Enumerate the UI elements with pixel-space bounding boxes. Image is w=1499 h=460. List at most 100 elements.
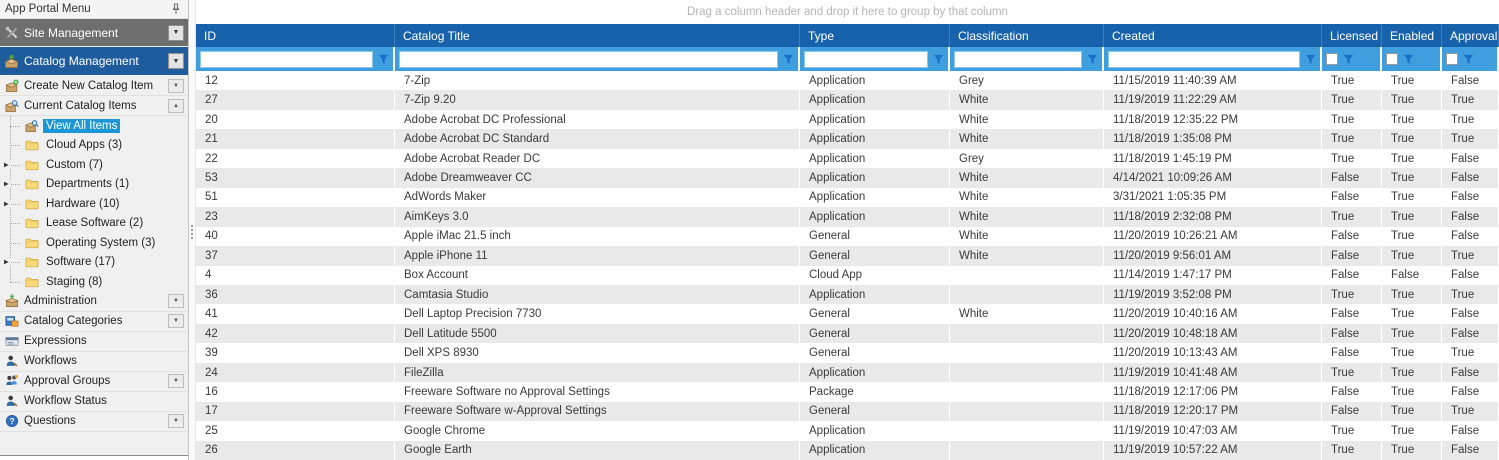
- cell-created: 3/31/2021 1:05:35 PM: [1104, 188, 1322, 207]
- expand-arrow-icon[interactable]: ▶: [2, 259, 11, 266]
- cell-classification: White: [950, 129, 1104, 148]
- chevron-down-button[interactable]: ▼: [168, 414, 184, 428]
- sidebar-item-administration[interactable]: Administration▼: [0, 292, 188, 312]
- chevron-down-button[interactable]: ▼: [168, 374, 184, 388]
- tree-item-custom-7[interactable]: ▶Custom (7): [0, 155, 188, 175]
- filter-icon[interactable]: [1305, 54, 1316, 65]
- filter-icon[interactable]: [933, 54, 944, 65]
- filter-checkbox-enabled[interactable]: [1386, 53, 1398, 65]
- filter-input-created[interactable]: [1108, 51, 1300, 68]
- column-header-label: Enabled: [1390, 29, 1434, 43]
- table-row[interactable]: 42Dell Latitude 5500General11/20/2019 10…: [196, 324, 1499, 343]
- chevron-down-button[interactable]: ▼: [168, 53, 184, 69]
- cell-enabled: True: [1382, 110, 1442, 129]
- tree-item-operating-system-3[interactable]: Operating System (3): [0, 233, 188, 253]
- cell-type: Application: [800, 90, 950, 109]
- column-header-licensed[interactable]: Licensed: [1322, 24, 1382, 47]
- filter-input-id[interactable]: [200, 51, 373, 68]
- chevron-up-button[interactable]: ▲: [168, 99, 184, 113]
- table-row[interactable]: 36Camtasia StudioApplication11/19/2019 3…: [196, 285, 1499, 304]
- tree-item-view-all-items[interactable]: View All Items: [0, 116, 188, 136]
- cell-id: 20: [196, 110, 395, 129]
- table-row[interactable]: 39Dell XPS 8930General11/20/2019 10:13:4…: [196, 343, 1499, 362]
- table-row[interactable]: 37Apple iPhone 11GeneralWhite11/20/2019 …: [196, 246, 1499, 265]
- pin-icon[interactable]: [168, 2, 183, 17]
- column-header-id[interactable]: ID: [196, 24, 395, 47]
- chevron-down-button[interactable]: ▼: [168, 25, 184, 41]
- column-header-approval[interactable]: Approval: [1442, 24, 1499, 47]
- sidebar-splitter[interactable]: [189, 0, 196, 460]
- table-row[interactable]: 16Freeware Software no Approval Settings…: [196, 382, 1499, 401]
- filter-icon[interactable]: [1403, 54, 1414, 65]
- expand-arrow-icon[interactable]: ▶: [2, 200, 11, 207]
- table-row[interactable]: 20Adobe Acrobat DC ProfessionalApplicati…: [196, 110, 1499, 129]
- chevron-down-button[interactable]: ▼: [168, 79, 184, 93]
- chevron-down-button[interactable]: ▼: [168, 294, 184, 308]
- cell-type: Cloud App: [800, 266, 950, 285]
- filter-checkbox-approval[interactable]: [1446, 53, 1458, 65]
- filter-checkbox-licensed[interactable]: [1326, 53, 1338, 65]
- filter-icon[interactable]: [378, 54, 389, 65]
- cell-catalog_title: AdWords Maker: [395, 188, 800, 207]
- group-by-bar[interactable]: Drag a column header and drop it here to…: [196, 0, 1499, 24]
- table-row[interactable]: 24FileZillaApplication11/19/2019 10:41:4…: [196, 363, 1499, 382]
- table-row[interactable]: 22Adobe Acrobat Reader DCApplicationGrey…: [196, 149, 1499, 168]
- cell-enabled: True: [1382, 304, 1442, 323]
- table-row[interactable]: 26Google EarthApplication11/19/2019 10:5…: [196, 441, 1499, 460]
- sidebar-item-workflows[interactable]: Workflows: [0, 352, 188, 372]
- tree-item-lease-software-2[interactable]: Lease Software (2): [0, 214, 188, 234]
- sidebar-item-workflow-status[interactable]: Workflow Status: [0, 392, 188, 412]
- tree-item-hardware-10[interactable]: ▶Hardware (10): [0, 194, 188, 214]
- table-row[interactable]: 51AdWords MakerApplicationWhite3/31/2021…: [196, 188, 1499, 207]
- table-row[interactable]: 40Apple iMac 21.5 inchGeneralWhite11/20/…: [196, 227, 1499, 246]
- column-header-label: Type: [808, 29, 834, 43]
- cell-licensed: False: [1322, 324, 1382, 343]
- cell-type: Application: [800, 71, 950, 90]
- expand-arrow-icon[interactable]: ▶: [2, 181, 11, 188]
- sidebar-item-questions[interactable]: ?Questions▼: [0, 412, 188, 432]
- cell-approval: False: [1442, 421, 1499, 440]
- table-row[interactable]: 4Box AccountCloud App11/14/2019 1:47:17 …: [196, 266, 1499, 285]
- column-header-created[interactable]: Created: [1104, 24, 1322, 47]
- filter-input-type[interactable]: [804, 51, 928, 68]
- sidebar-item-expressions[interactable]: Expressions: [0, 332, 188, 352]
- section-header-site-management[interactable]: Site Management▼: [0, 19, 188, 46]
- sidebar-item-create-new-catalog-item[interactable]: Create New Catalog Item▼: [0, 76, 188, 96]
- table-row[interactable]: 23AimKeys 3.0ApplicationWhite11/18/2019 …: [196, 207, 1499, 226]
- tree-item-departments-1[interactable]: ▶Departments (1): [0, 175, 188, 195]
- cell-id: 12: [196, 71, 395, 90]
- column-header-classification[interactable]: Classification: [950, 24, 1104, 47]
- sidebar-item-approval-groups[interactable]: Approval Groups▼: [0, 372, 188, 392]
- sidebar-item-catalog-categories[interactable]: Catalog Categories▼: [0, 312, 188, 332]
- tree-item-software-17[interactable]: ▶Software (17): [0, 253, 188, 273]
- tree-item-staging-8[interactable]: Staging (8): [0, 272, 188, 292]
- cell-created: 11/20/2019 10:13:43 AM: [1104, 343, 1322, 362]
- filter-input-catalog_title[interactable]: [399, 51, 778, 68]
- column-header-enabled[interactable]: Enabled: [1382, 24, 1442, 47]
- section-header-catalog-management[interactable]: Catalog Management▼: [0, 47, 188, 75]
- cell-type: General: [800, 304, 950, 323]
- table-row[interactable]: 277-Zip 9.20ApplicationWhite11/19/2019 1…: [196, 90, 1499, 109]
- table-row[interactable]: 25Google ChromeApplication11/19/2019 10:…: [196, 421, 1499, 440]
- expand-arrow-icon[interactable]: ▶: [2, 161, 11, 168]
- sidebar-item-current-catalog-items[interactable]: Current Catalog Items▲: [0, 96, 188, 116]
- cell-id: 42: [196, 324, 395, 343]
- filter-icon[interactable]: [1087, 54, 1098, 65]
- tree-item-cloud-apps-3[interactable]: Cloud Apps (3): [0, 136, 188, 156]
- table-row[interactable]: 21Adobe Acrobat DC StandardApplicationWh…: [196, 129, 1499, 148]
- chevron-down-button[interactable]: ▼: [168, 314, 184, 328]
- filter-input-classification[interactable]: [954, 51, 1082, 68]
- cell-approval: True: [1442, 402, 1499, 421]
- table-row[interactable]: 127-ZipApplicationGrey11/15/2019 11:40:3…: [196, 71, 1499, 90]
- cell-type: General: [800, 227, 950, 246]
- table-row[interactable]: 17Freeware Software w-Approval SettingsG…: [196, 402, 1499, 421]
- table-row[interactable]: 53Adobe Dreamweaver CCApplicationWhite4/…: [196, 168, 1499, 187]
- cell-classification: [950, 324, 1104, 343]
- filter-icon[interactable]: [1343, 54, 1354, 65]
- filter-icon[interactable]: [783, 54, 794, 65]
- cell-licensed: True: [1322, 90, 1382, 109]
- table-row[interactable]: 41Dell Laptop Precision 7730GeneralWhite…: [196, 304, 1499, 323]
- filter-icon[interactable]: [1463, 54, 1474, 65]
- column-header-type[interactable]: Type: [800, 24, 950, 47]
- column-header-catalog_title[interactable]: Catalog Title: [395, 24, 800, 47]
